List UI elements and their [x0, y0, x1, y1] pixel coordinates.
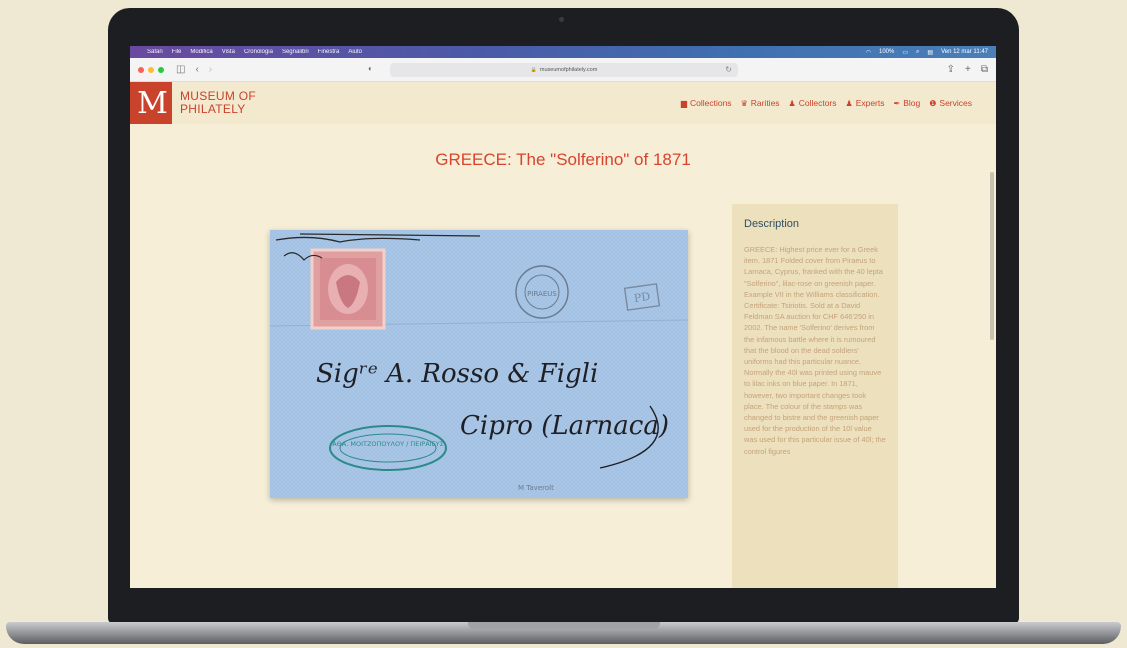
laptop-screen: Safari File Modifica Vista Cronologia Se… — [130, 46, 996, 588]
minimize-window-button[interactable] — [148, 66, 154, 73]
menu-modifica[interactable]: Modifica — [190, 49, 212, 55]
pd-mark: PD — [633, 290, 651, 305]
new-tab-icon[interactable]: + — [965, 64, 971, 75]
page-title: GREECE: The "Solferino" of 1871 — [435, 150, 691, 169]
menu-aiuto[interactable]: Aiuto — [348, 49, 362, 55]
oval-stamp-text: ΑΘΑ. ΜΟΙΤΖΟΠΟΥΛΟΥ / ΠΕΙΡΑΙΕΥΣ — [332, 440, 444, 448]
address-line-1: Sigʳᵉ A. Rosso & Figli — [316, 359, 598, 389]
battery-icon[interactable]: ▭ — [902, 49, 908, 56]
battery-percent: 100% — [879, 49, 895, 55]
menu-cronologia[interactable]: Cronologia — [244, 49, 273, 55]
nav-label: Services — [939, 98, 972, 108]
page-scrollbar[interactable] — [990, 172, 994, 340]
page-content: GREECE: The "Solferino" of 1871 PIRAEUS … — [130, 124, 996, 588]
search-icon[interactable]: ⌕ — [916, 49, 919, 56]
book-icon: ▆ — [680, 98, 687, 108]
nav-label: Rarities — [750, 98, 780, 108]
description-text: GREECE: Highest price ever for a Greek i… — [744, 245, 886, 456]
laptop-base — [6, 622, 1121, 644]
nav-collectors[interactable]: ♟ Collectors — [789, 98, 837, 108]
address-line-2: Cipro (Larnaca) — [460, 411, 669, 441]
solferino-stamp — [310, 248, 386, 330]
menu-safari[interactable]: Safari — [147, 49, 163, 55]
menu-segnalibri[interactable]: Segnalibri — [282, 49, 309, 55]
control-center-icon[interactable]: ▤ — [927, 49, 933, 56]
tab-overview-icon[interactable]: ⧉ — [981, 64, 988, 75]
close-window-button[interactable] — [138, 66, 144, 73]
site-name-line2: PHILATELY — [180, 102, 246, 116]
laptop-lid: Safari File Modifica Vista Cronologia Se… — [108, 8, 1019, 624]
info-icon: ❶ — [929, 98, 937, 108]
nav-label: Collectors — [798, 98, 837, 108]
nav-services[interactable]: ❶ Services — [929, 98, 972, 108]
trophy-icon: ♛ — [740, 98, 748, 108]
site-name[interactable]: MUSEUM OF PHILATELY — [180, 90, 256, 116]
wifi-icon[interactable]: ◠ — [866, 49, 871, 56]
nav-experts[interactable]: ♟ Experts — [846, 98, 885, 108]
privacy-shield-icon[interactable]: ◐ — [368, 64, 373, 73]
stamp-cover-image[interactable]: PIRAEUS PD Sigʳᵉ A. Rosso & Figli Cipro … — [270, 230, 688, 498]
address-bar[interactable]: 🔒 museumofphilately.com ↻ — [390, 63, 738, 77]
address-url: museumofphilately.com — [539, 67, 598, 73]
forward-icon[interactable]: › — [209, 64, 212, 75]
macos-menubar: Safari File Modifica Vista Cronologia Se… — [130, 46, 996, 58]
nav-label: Collections — [689, 98, 732, 108]
postmark-text: PIRAEUS — [527, 290, 557, 298]
menu-file[interactable]: File — [172, 49, 182, 55]
pen-icon: ✒ — [893, 98, 901, 108]
nav-rarities[interactable]: ♛ Rarities — [741, 98, 780, 108]
share-icon[interactable]: ⇪ — [947, 64, 955, 75]
back-icon[interactable]: ‹ — [195, 64, 198, 75]
zoom-window-button[interactable] — [158, 66, 164, 73]
users-icon: ♟ — [788, 98, 796, 108]
clock[interactable]: Ven 12 mar 11:47 — [941, 49, 988, 55]
window-controls — [138, 66, 164, 73]
nav-label: Experts — [855, 98, 885, 108]
laptop-notch — [468, 622, 660, 629]
menu-finestra[interactable]: Finestra — [318, 49, 340, 55]
pencil-note: M Taverolt — [518, 484, 554, 492]
users-icon: ♟ — [845, 98, 853, 108]
nav-label: Blog — [903, 98, 921, 108]
lock-icon: 🔒 — [530, 67, 537, 73]
museum-logo[interactable]: M — [130, 82, 172, 124]
nav-collections[interactable]: ▆ Collections — [681, 98, 732, 108]
site-header: M MUSEUM OF PHILATELY ▆ Collections ♛ Ra… — [130, 82, 996, 124]
nav-blog[interactable]: ✒ Blog — [894, 98, 921, 108]
sidebar-icon[interactable]: ◫ — [176, 64, 185, 75]
description-panel: Description GREECE: Highest price ever f… — [732, 204, 898, 588]
logo-letter: M — [137, 85, 168, 121]
description-heading: Description — [744, 218, 800, 230]
menu-vista[interactable]: Vista — [222, 49, 235, 55]
camera-dot — [559, 17, 564, 22]
browser-toolbar: ◫ ‹ › ◐ 🔒 museumofphilately.com ↻ ⇪ + ⧉ — [130, 58, 996, 82]
main-nav: ▆ Collections ♛ Rarities ♟ Collectors ♟ … — [681, 98, 972, 108]
cover-illustration: PIRAEUS PD Sigʳᵉ A. Rosso & Figli Cipro … — [270, 230, 688, 498]
reload-icon[interactable]: ↻ — [725, 65, 732, 74]
